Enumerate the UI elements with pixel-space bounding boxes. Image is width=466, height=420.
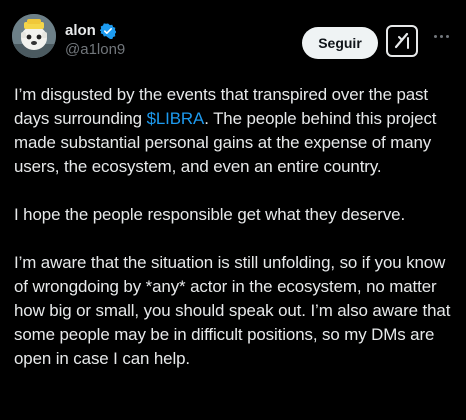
follow-button[interactable]: Seguir <box>302 27 378 59</box>
author-handle[interactable]: @a1lon9 <box>65 41 125 59</box>
grok-icon <box>394 32 409 49</box>
tweet-paragraph-1: I’m disgusted by the events that transpi… <box>14 83 462 179</box>
more-options-button[interactable] <box>428 24 454 48</box>
grok-button[interactable] <box>386 25 418 57</box>
verified-badge-icon[interactable] <box>99 23 117 40</box>
more-dots-icon <box>433 34 449 38</box>
avatar-image <box>12 14 56 58</box>
tweet-paragraph-3: I’m aware that the situation is still un… <box>14 253 451 368</box>
avatar[interactable] <box>12 14 56 58</box>
author-name[interactable]: alon <box>65 22 96 40</box>
author-name-row: alon <box>65 22 117 40</box>
cashtag-link[interactable]: $LIBRA <box>147 109 205 128</box>
tweet-text: I’m disgusted by the events that transpi… <box>14 83 462 371</box>
tweet-paragraph-2: I hope the people responsible get what t… <box>14 205 406 224</box>
